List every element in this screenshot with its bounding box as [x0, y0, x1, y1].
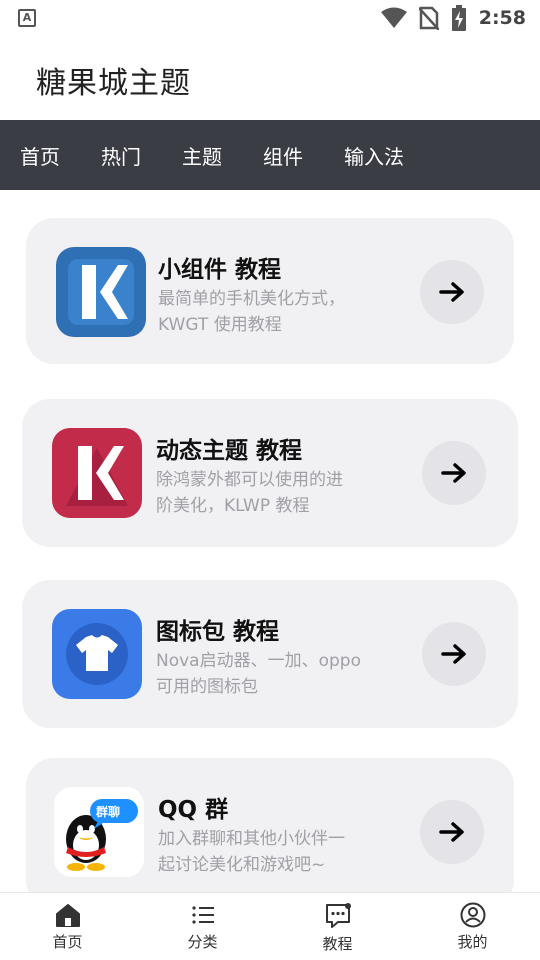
- desc-line: Nova启动器、一加、oppo: [156, 651, 361, 671]
- card-title: 动态主题 教程: [156, 438, 303, 464]
- group-chat-badge: 群聊: [96, 805, 121, 819]
- kwgt-icon: [56, 247, 146, 337]
- card-title: QQ 群: [158, 797, 229, 823]
- desc-line: 阶美化，KLWP 教程: [156, 496, 310, 516]
- arrow-right-icon: [439, 822, 464, 842]
- arrow-right-icon: [441, 644, 466, 664]
- app-title: 糖果城主题: [36, 66, 191, 101]
- tshirt-icon: [52, 609, 142, 699]
- desc-line: 加入群聊和其他小伙伴一: [158, 829, 345, 849]
- arrow-right-icon: [441, 463, 466, 483]
- card-live-theme-tutorial[interactable]: 动态主题 教程 除鸿蒙外都可以使用的进 阶美化，KLWP 教程: [22, 399, 518, 547]
- open-arrow-button[interactable]: [420, 800, 484, 864]
- card-description: Nova启动器、一加、oppo 可用的图标包: [156, 648, 396, 700]
- card-widget-tutorial[interactable]: 小组件 教程 最简单的手机美化方式， KWGT 使用教程: [26, 218, 514, 364]
- desc-line: KWGT 使用教程: [158, 315, 282, 335]
- open-arrow-button[interactable]: [422, 622, 486, 686]
- tab-hot[interactable]: 热门: [101, 141, 141, 170]
- open-arrow-button[interactable]: [420, 260, 484, 324]
- chat-icon: [325, 903, 351, 928]
- tab-input-method[interactable]: 输入法: [344, 141, 404, 170]
- clock-time: 2:58: [478, 7, 526, 29]
- status-bar: A 2:58: [0, 0, 540, 36]
- desc-line: 除鸿蒙外都可以使用的进: [156, 470, 343, 490]
- profile-icon: [460, 902, 485, 928]
- desc-line: 起讨论美化和游戏吧~: [158, 855, 326, 875]
- top-tab-bar: 首页 热门 主题 组件 输入法: [0, 120, 540, 190]
- card-qq-group[interactable]: 群聊 QQ 群 加入群聊和其他小伙伴一 起讨论美化和游戏吧~: [26, 758, 514, 908]
- wifi-icon: [380, 7, 407, 28]
- desc-line: 最简单的手机美化方式，: [158, 289, 345, 309]
- list-icon: [191, 906, 214, 924]
- nav-item-category[interactable]: 分类: [135, 893, 270, 960]
- card-icon-pack-tutorial[interactable]: 图标包 教程 Nova启动器、一加、oppo 可用的图标包: [22, 580, 518, 728]
- nav-label: 我的: [457, 933, 488, 951]
- nav-item-tutorial[interactable]: 教程: [270, 893, 405, 960]
- bottom-navigation: 首页 分类 教程 我的: [0, 892, 540, 960]
- arrow-right-icon: [439, 282, 464, 302]
- battery-icon: [451, 5, 466, 31]
- nav-item-profile[interactable]: 我的: [405, 893, 540, 960]
- no-sim-icon: [418, 6, 439, 30]
- nav-label: 分类: [187, 933, 218, 951]
- tab-widgets[interactable]: 组件: [263, 141, 303, 170]
- qq-penguin-icon: 群聊: [54, 787, 144, 877]
- nav-label: 首页: [52, 933, 83, 951]
- card-description: 除鸿蒙外都可以使用的进 阶美化，KLWP 教程: [156, 467, 376, 519]
- card-description: 最简单的手机美化方式， KWGT 使用教程: [158, 286, 378, 338]
- card-title: 小组件 教程: [158, 257, 282, 283]
- desc-line: 可用的图标包: [156, 677, 258, 697]
- notification-icon: A: [18, 9, 36, 27]
- home-icon: [55, 904, 80, 927]
- tab-themes[interactable]: 主题: [182, 141, 222, 170]
- tab-home[interactable]: 首页: [20, 141, 60, 170]
- open-arrow-button[interactable]: [422, 441, 486, 505]
- nav-item-home[interactable]: 首页: [0, 893, 135, 960]
- card-title: 图标包 教程: [156, 619, 280, 645]
- klwp-icon: [52, 428, 142, 518]
- nav-label: 教程: [322, 935, 353, 953]
- card-description: 加入群聊和其他小伙伴一 起讨论美化和游戏吧~: [158, 826, 378, 878]
